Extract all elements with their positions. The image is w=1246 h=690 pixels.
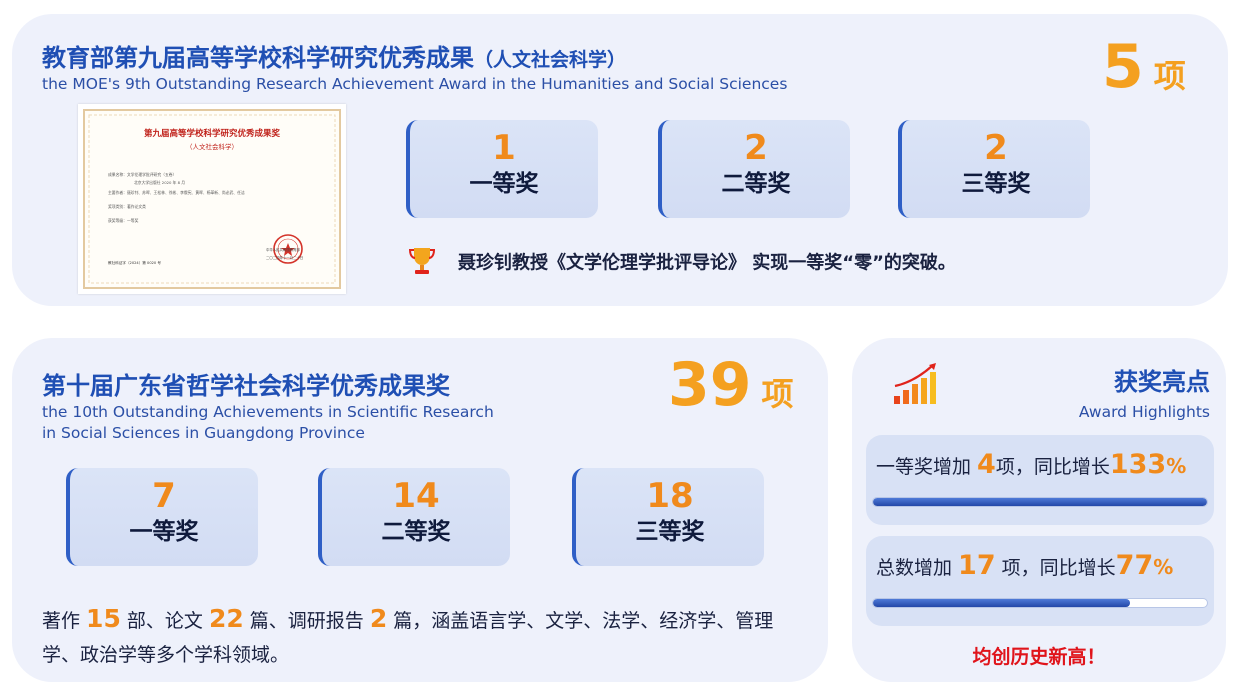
award-certificate-image: 第九届高等学校科学研究优秀成果奖 （人文社会科学） 成果名称：文学伦理学批评研究…	[78, 104, 346, 294]
certificate-footer-date: 二〇二四年十一月二十日	[266, 255, 303, 260]
desc-text: 著作	[42, 610, 87, 632]
highlights-title-en: Award Highlights	[1078, 403, 1210, 421]
stat-percent-value: 77	[1115, 550, 1154, 581]
stat-label: 项，同比增长	[995, 557, 1116, 579]
gd-third-prize-card: 18 三等奖	[572, 468, 764, 566]
moe-award-title-en: the MOE's 9th Outstanding Research Achie…	[42, 75, 788, 93]
desc-number-reports: 2	[369, 604, 388, 633]
prize-level: 一等奖	[129, 519, 199, 545]
stat-text: 一等奖增加 4项，同比增长133%	[876, 449, 1208, 480]
prize-count: 7	[152, 476, 176, 516]
stat-label: 项，同比增长	[995, 456, 1110, 478]
progress-bar	[872, 497, 1208, 507]
moe-award-total-unit: 项	[1153, 57, 1186, 95]
certificate-row: 奖项类别：著作论文类	[108, 204, 146, 209]
prize-count: 2	[744, 128, 768, 168]
gd-award-total: 39 项	[668, 350, 794, 420]
moe-second-prize-card: 2 二等奖	[658, 120, 850, 218]
desc-number-books: 15	[86, 604, 121, 633]
certificate-footer-right: 中华人民共和国教育部	[266, 247, 301, 252]
stat-card-total: 总数增加 17 项，同比增长77%	[866, 536, 1214, 626]
prize-count: 18	[646, 476, 694, 516]
certificate-row: 获奖等级：一等奖	[108, 218, 139, 223]
progress-fill	[873, 599, 1131, 607]
certificate-row: 成果名称：文学伦理学批评研究（五卷）	[108, 172, 176, 177]
gd-award-title: 第十届广东省哲学社会科学优秀成果奖	[42, 372, 450, 400]
prize-count: 14	[392, 476, 440, 516]
stat-text: 总数增加 17 项，同比增长77%	[876, 550, 1208, 581]
prize-level: 二等奖	[721, 171, 791, 197]
gd-second-prize-card: 14 二等奖	[318, 468, 510, 566]
stat-label: 总数增加	[876, 557, 959, 579]
gd-award-description: 著作 15 部、论文 22 篇、调研报告 2 篇，涵盖语言学、文学、法学、经济学…	[42, 602, 802, 672]
stat-card-first-prize: 一等奖增加 4项，同比增长133%	[866, 435, 1214, 525]
highlights-title: 获奖亮点 Award Highlights	[1079, 362, 1210, 421]
progress-bar	[872, 598, 1208, 608]
certificate-subtitle: （人文社会科学）	[186, 142, 238, 151]
moe-highlight: 聂珍钊教授《文学伦理学批评导论》 实现一等奖“零”的突破。	[408, 246, 956, 281]
prize-level: 三等奖	[961, 171, 1031, 197]
progress-fill	[873, 498, 1207, 506]
certificate-row: 北京大学出版社 2020 年 8 月	[134, 180, 185, 185]
certificate-row: 主要作者：聂珍钊、苏晖、王松林、徐彬、李俄宪、黄晖、杨革新、尚必武、任洁	[108, 190, 245, 195]
stat-percent-sign: %	[1166, 454, 1187, 478]
prize-count: 2	[984, 128, 1008, 168]
desc-text: 部、论文	[120, 610, 209, 632]
prize-level: 一等奖	[469, 171, 539, 197]
stat-percent-sign: %	[1153, 555, 1174, 579]
moe-award-title: 教育部第九届高等学校科学研究优秀成果（人文社会科学）	[42, 38, 626, 73]
record-high-note: 均创历史新高！	[972, 646, 1106, 668]
gd-award-title-en: the 10th Outstanding Achievements in Sci…	[42, 402, 494, 444]
gd-first-prize-card: 7 一等奖	[66, 468, 258, 566]
stat-number: 17	[958, 550, 996, 581]
moe-award-title-main: 教育部第九届高等学校科学研究优秀成果	[42, 44, 474, 72]
moe-award-title-paren: （人文社会科学）	[474, 49, 627, 71]
stat-percent-value: 133	[1109, 449, 1167, 480]
certificate-title: 第九届高等学校科学研究优秀成果奖	[144, 128, 281, 139]
desc-text: 篇、调研报告	[243, 610, 370, 632]
prize-level: 二等奖	[381, 519, 451, 545]
prize-count: 1	[492, 128, 516, 168]
certificate-footer-left: 教社科证字（2024）第 0020 号	[108, 260, 161, 265]
stat-number: 4	[977, 449, 996, 480]
prize-level: 三等奖	[635, 519, 705, 545]
moe-highlight-text: 聂珍钊教授《文学伦理学批评导论》 实现一等奖“零”的突破。	[458, 252, 956, 274]
moe-award-total-number: 5	[1102, 32, 1144, 102]
stat-percent: 77%	[1116, 550, 1174, 581]
gd-award-total-number: 39	[668, 350, 752, 420]
highlights-title-cn: 获奖亮点	[1114, 368, 1210, 396]
moe-first-prize-card: 1 一等奖	[406, 120, 598, 218]
gd-award-title-en-line1: the 10th Outstanding Achievements in Sci…	[42, 403, 494, 421]
desc-number-papers: 22	[208, 604, 244, 633]
stat-percent: 133%	[1110, 449, 1186, 480]
moe-third-prize-card: 2 三等奖	[898, 120, 1090, 218]
certificate-illustration: 第九届高等学校科学研究优秀成果奖 （人文社会科学） 成果名称：文学伦理学批评研究…	[83, 109, 341, 289]
trophy-icon	[408, 246, 436, 281]
stat-label: 一等奖增加	[876, 456, 978, 478]
gd-award-total-unit: 项	[761, 375, 794, 413]
moe-award-total: 5项	[1102, 32, 1186, 102]
bar-chart-growth-icon	[892, 362, 940, 410]
gd-award-title-en-line2: in Social Sciences in Guangdong Province	[42, 424, 365, 442]
